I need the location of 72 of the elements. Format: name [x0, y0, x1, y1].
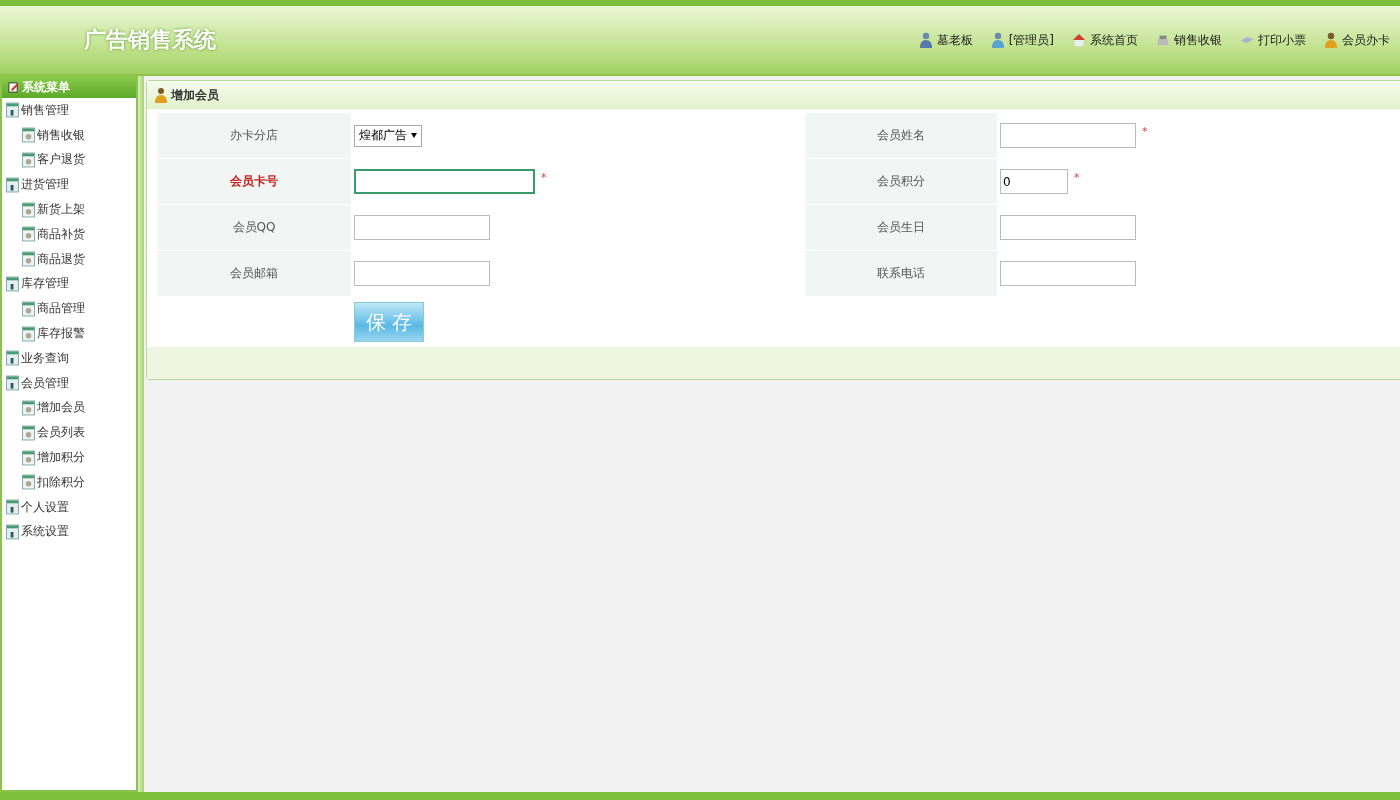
caret-icon: [411, 133, 417, 138]
nav-link[interactable]: 墓老板: [918, 31, 973, 49]
splitter-bar[interactable]: [138, 76, 144, 792]
panel-title: 增加会员: [171, 86, 219, 104]
menu-group[interactable]: 库存管理: [2, 271, 136, 297]
menu-group[interactable]: 个人设置: [2, 494, 136, 520]
house-icon: [1072, 32, 1086, 48]
input-field[interactable]: 0: [1000, 169, 1068, 194]
field-label: 会员积分: [805, 159, 997, 204]
document-icon: [22, 424, 35, 441]
field-label: 办卡分店: [157, 113, 351, 158]
menu-item[interactable]: 增加积分: [2, 445, 136, 470]
folder-icon: [6, 523, 19, 540]
menu-item[interactable]: 客户退货: [2, 147, 136, 173]
field-label: 会员生日: [805, 205, 997, 250]
required-mark: *: [1142, 125, 1148, 138]
person-icon: [1324, 32, 1338, 48]
menu-item[interactable]: 库存报警: [2, 321, 136, 346]
document-icon: [22, 449, 35, 466]
branch-dropdown[interactable]: 煌都广告: [354, 124, 422, 147]
document-icon: [22, 127, 35, 144]
nav-link[interactable]: 打印小票: [1240, 31, 1306, 49]
menu-item[interactable]: 销售收银: [2, 122, 136, 148]
menu-group[interactable]: 会员管理: [2, 370, 136, 396]
person-icon: [155, 87, 167, 103]
required-mark: *: [1074, 171, 1080, 184]
menu-group[interactable]: 进货管理: [2, 172, 136, 198]
folder-icon: [6, 499, 19, 516]
input-field[interactable]: [1000, 261, 1136, 286]
notepad-icon: [8, 81, 19, 93]
person-icon: [990, 32, 1005, 48]
input-field[interactable]: [354, 261, 490, 286]
field-label: 联系电话: [805, 251, 997, 296]
nav-link[interactable]: 会员办卡: [1324, 31, 1390, 49]
menu-item[interactable]: 新货上架: [2, 197, 136, 222]
input-field[interactable]: [1000, 123, 1136, 148]
field-label: 会员邮箱: [157, 251, 351, 296]
nav-link[interactable]: [管理员]: [990, 31, 1054, 49]
person-icon: [918, 32, 933, 48]
folder-icon: [6, 102, 19, 119]
menu-item[interactable]: 增加会员: [2, 395, 136, 421]
folder-icon: [6, 176, 19, 193]
input-field[interactable]: [354, 169, 535, 194]
folder-icon: [6, 275, 19, 292]
menu-item[interactable]: 商品退货: [2, 246, 136, 272]
document-icon: [22, 300, 35, 317]
menu-group[interactable]: 业务查询: [2, 345, 136, 371]
field-label: 会员卡号: [157, 159, 351, 204]
menu-item[interactable]: 商品管理: [2, 296, 136, 322]
document-icon: [22, 201, 35, 218]
folder-icon: [6, 375, 19, 392]
required-mark: *: [541, 171, 547, 184]
input-field[interactable]: [354, 215, 490, 240]
document-icon: [22, 152, 35, 168]
folder-icon: [6, 350, 19, 367]
field-label: 会员姓名: [805, 113, 997, 158]
menu-item[interactable]: 扣除积分: [2, 469, 136, 495]
app-title: 广告销售系统: [84, 26, 216, 54]
document-icon: [22, 474, 35, 491]
input-field[interactable]: [1000, 215, 1136, 240]
document-icon: [22, 251, 35, 268]
nav-link[interactable]: 销售收银: [1156, 31, 1222, 49]
menu-item[interactable]: 会员列表: [2, 420, 136, 446]
document-icon: [22, 325, 35, 342]
menu-group[interactable]: 销售管理: [2, 98, 136, 123]
menu-group[interactable]: 系统设置: [2, 519, 136, 545]
document-icon: [22, 226, 35, 243]
field-label: 会员QQ: [157, 205, 351, 250]
menu-item[interactable]: 商品补货: [2, 222, 136, 247]
nav-link[interactable]: 系统首页: [1072, 31, 1138, 49]
sidebar-title-text: 系统菜单: [22, 78, 70, 96]
document-icon: [22, 399, 35, 416]
